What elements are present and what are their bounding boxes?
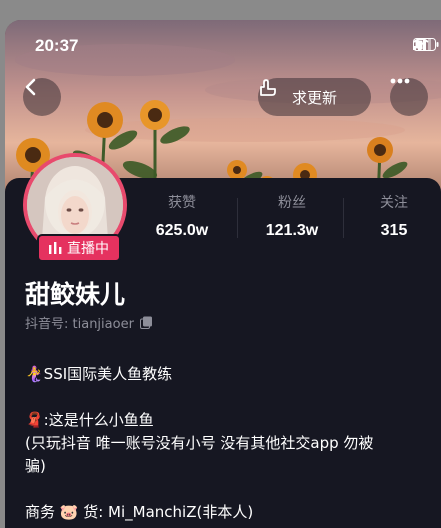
live-bars-icon — [49, 242, 62, 254]
bio-line: 商务 🐷 货: Mi_ManchiZ(非本人) — [25, 503, 254, 521]
bio-spacer — [25, 386, 425, 409]
status-time: 20:37 — [35, 36, 79, 55]
more-options-button[interactable] — [390, 78, 428, 116]
stat-likes[interactable]: 获赞 625.0w — [137, 192, 227, 240]
stat-divider — [237, 198, 238, 238]
status-bar: 20:37 — [5, 20, 441, 70]
back-button[interactable] — [23, 78, 61, 116]
hand-point-icon — [260, 79, 276, 96]
request-update-label: 求更新 — [291, 88, 337, 107]
bio-line: (只玩抖音 唯一账号没有小号 没有其他社交app 勿被 — [25, 434, 374, 452]
douyin-id-text: 抖音号: tianjiaoer — [25, 317, 134, 332]
request-update-button[interactable]: 求更新 — [258, 78, 371, 116]
profile-stats: 获赞 625.0w 粉丝 121.3w 关注 315 — [137, 192, 441, 242]
more-dots-icon — [390, 78, 410, 84]
bio-line: 🧜‍♀️SSI国际美人鱼教练 — [25, 365, 173, 383]
douyin-id-row[interactable]: 抖音号: tianjiaoer — [25, 313, 153, 332]
stat-following[interactable]: 关注 315 — [349, 192, 439, 240]
profile-screen: 20:37 求更新 直播中 获赞 625.0w 粉丝 121.3w 关注 315… — [5, 20, 441, 528]
chevron-left-icon — [25, 78, 36, 96]
bio-spacer — [25, 478, 425, 501]
stat-divider — [343, 198, 344, 238]
live-badge-label: 直播中 — [67, 241, 109, 257]
live-streaming-badge[interactable]: 直播中 — [37, 234, 121, 262]
profile-name: 甜鲛妹儿 — [25, 280, 126, 309]
stat-likes-label: 获赞 — [168, 195, 196, 211]
stat-likes-value: 625.0w — [155, 222, 209, 239]
profile-bio: 🧜‍♀️SSI国际美人鱼教练 🧣:这是什么小鱼鱼 (只玩抖音 唯一账号没有小号 … — [25, 363, 425, 524]
stat-following-value: 315 — [380, 222, 408, 239]
bio-line: 🧣:这是什么小鱼鱼 — [25, 411, 154, 429]
copy-icon[interactable] — [139, 316, 153, 329]
stat-followers-label: 粉丝 — [278, 195, 306, 211]
stat-followers[interactable]: 粉丝 121.3w — [247, 192, 337, 240]
stat-following-label: 关注 — [380, 195, 408, 211]
stat-followers-value: 121.3w — [265, 222, 319, 239]
bio-line: 骗) — [25, 457, 46, 475]
